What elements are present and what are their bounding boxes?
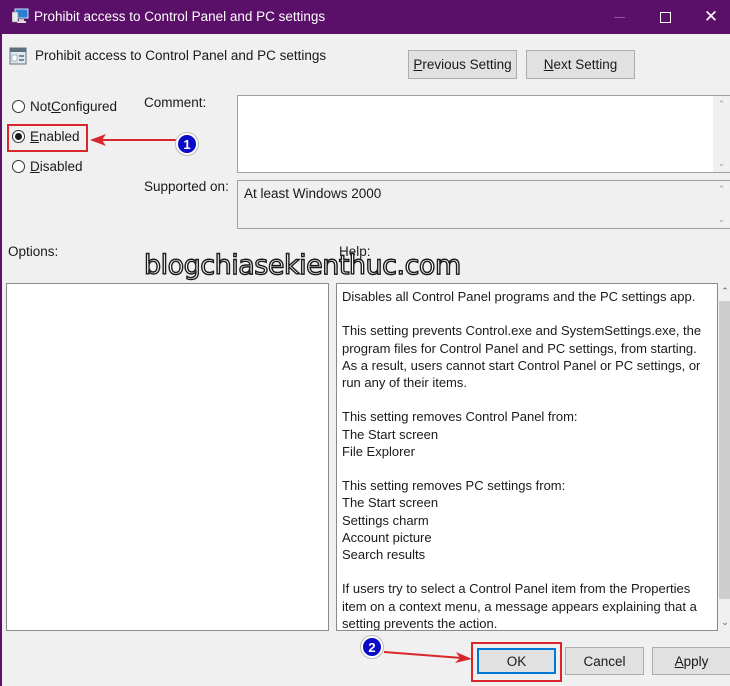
help-line: Account picture <box>342 529 432 545</box>
scroll-up-icon[interactable]: ⌃ <box>713 96 730 113</box>
radio-label-prefix: Not <box>30 99 52 114</box>
apply-label: pply <box>683 653 709 669</box>
comment-input[interactable]: ⌃ ⌄ <box>237 95 730 173</box>
scroll-up-icon[interactable]: ⌃ <box>718 283 730 300</box>
window-title: Prohibit access to Control Panel and PC … <box>34 9 326 24</box>
help-paragraph: This setting removes Control Panel from:… <box>342 408 712 460</box>
help-paragraph: This setting removes PC settings from: Th… <box>342 477 712 563</box>
help-line: Search results <box>342 547 426 562</box>
supported-on-value: At least Windows 2000 <box>244 186 382 201</box>
radio-indicator[interactable] <box>12 100 25 113</box>
arrow-right-icon <box>383 651 472 663</box>
group-policy-app-icon <box>12 8 29 23</box>
cancel-button[interactable]: Cancel <box>565 647 644 675</box>
previous-setting-accel: P <box>413 57 423 72</box>
scroll-up-icon[interactable]: ⌃ <box>713 181 730 198</box>
comment-scrollbar[interactable]: ⌃ ⌄ <box>713 96 730 172</box>
close-button[interactable]: ✕ <box>688 0 730 34</box>
scrollbar-thumb[interactable] <box>719 301 730 599</box>
scroll-down-icon[interactable]: ⌄ <box>718 614 730 631</box>
help-line: Disables all Control Panel programs and … <box>342 289 696 304</box>
maximize-icon <box>659 11 671 23</box>
help-line: Settings charm <box>342 512 429 528</box>
scroll-down-icon[interactable]: ⌄ <box>713 155 730 172</box>
radio-disabled[interactable]: Disabled <box>12 159 83 174</box>
help-line: File Explorer <box>342 443 415 459</box>
comment-label: Comment: <box>144 95 207 110</box>
help-line: The Start screen <box>342 426 439 442</box>
previous-setting-button[interactable]: Previous Setting <box>408 50 517 79</box>
help-paragraph: This setting prevents Control.exe and Sy… <box>342 322 712 391</box>
help-line: This setting removes Control Panel from: <box>342 409 578 425</box>
help-panel: Disables all Control Panel programs and … <box>336 283 718 631</box>
previous-setting-label: revious Setting <box>422 57 512 72</box>
scroll-down-icon[interactable]: ⌄ <box>713 211 730 228</box>
radio-indicator[interactable] <box>12 160 25 173</box>
help-line: This setting prevents Control.exe and Sy… <box>342 323 702 390</box>
help-scrollbar[interactable]: ⌃ ⌄ <box>718 283 730 631</box>
help-paragraph: If users try to select a Control Panel i… <box>342 580 712 631</box>
help-line: If users try to select a Control Panel i… <box>342 581 697 631</box>
policy-name-heading: Prohibit access to Control Panel and PC … <box>35 48 327 63</box>
maximize-button[interactable] <box>642 0 688 34</box>
minimize-button[interactable] <box>596 0 642 34</box>
help-text: Disables all Control Panel programs and … <box>342 288 712 631</box>
policy-dialog: Prohibit access to Control Panel and PC … <box>0 0 730 686</box>
radio-label-suffix: onfigured <box>60 99 118 114</box>
step-1-badge: 1 <box>176 133 198 155</box>
options-label: Options: <box>8 244 59 259</box>
help-line: This setting removes PC settings from: <box>342 478 566 494</box>
ok-button[interactable]: OK <box>477 648 556 674</box>
enabled-highlight-box <box>7 124 88 152</box>
close-icon: ✕ <box>703 7 719 26</box>
apply-button[interactable]: Apply <box>652 647 730 675</box>
radio-not-configured[interactable]: Not Configured <box>12 99 117 114</box>
policy-setting-icon <box>9 47 27 65</box>
help-paragraph: Disables all Control Panel programs and … <box>342 288 712 305</box>
apply-accel: A <box>674 653 684 669</box>
options-panel <box>6 283 329 631</box>
radio-label-accel: D <box>30 159 40 174</box>
next-setting-accel: N <box>543 57 554 72</box>
minimize-icon <box>613 16 625 18</box>
help-line: The Start screen <box>342 495 439 511</box>
supported-on-label: Supported on: <box>144 179 229 194</box>
supported-on-scrollbar[interactable]: ⌃ ⌄ <box>713 181 730 228</box>
radio-label-suffix: isabled <box>39 159 83 174</box>
next-setting-button[interactable]: Next Setting <box>526 50 635 79</box>
arrow-left-icon <box>90 134 178 146</box>
watermark-text: blogchiasekienthuc.com <box>143 249 462 281</box>
radio-label-accel: C <box>51 99 61 114</box>
title-bar: Prohibit access to Control Panel and PC … <box>2 0 730 34</box>
step-2-badge: 2 <box>361 636 383 658</box>
supported-on-field: At least Windows 2000 ⌃ ⌄ <box>237 180 730 229</box>
next-setting-label: ext Setting <box>553 57 618 72</box>
